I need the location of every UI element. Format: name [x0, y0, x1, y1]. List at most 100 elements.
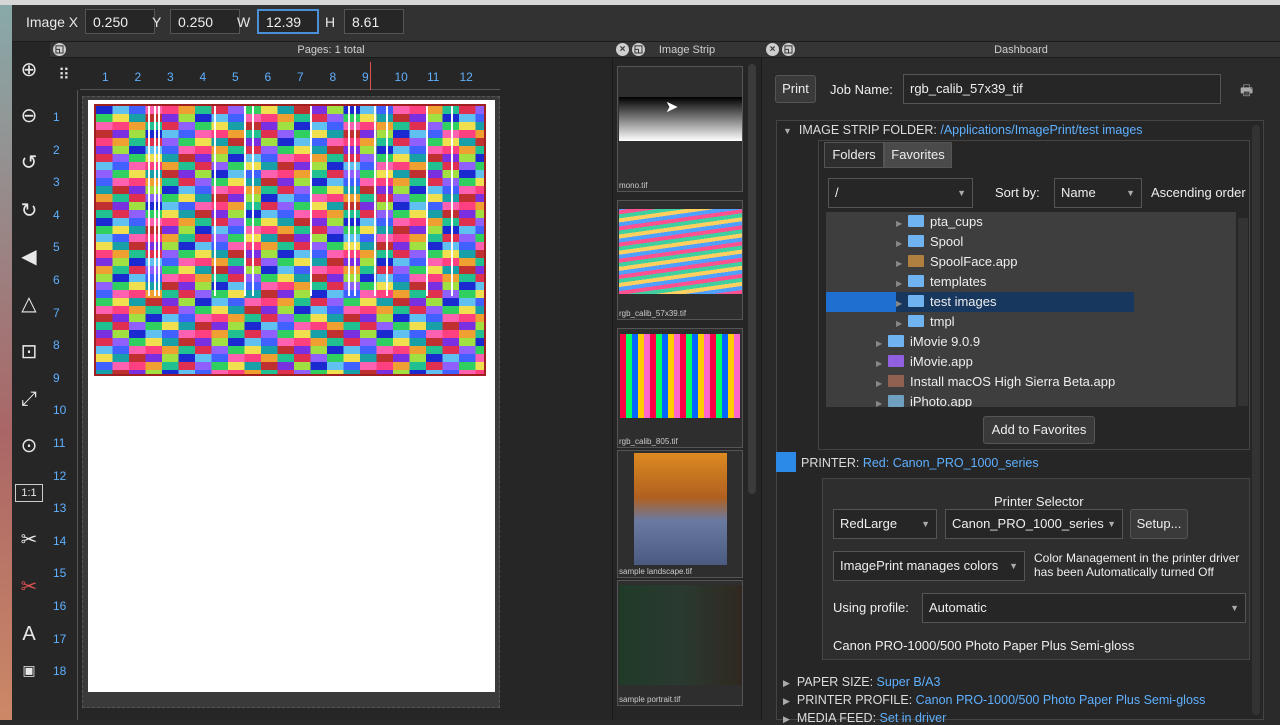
color-patch	[393, 146, 410, 154]
sort-by-select[interactable]: Name ▼	[1054, 178, 1142, 208]
sort-order-label[interactable]: Ascending order	[1151, 185, 1248, 200]
thumb-sample-portrait[interactable]: sample portrait.tif	[617, 580, 743, 706]
printer-profile-section[interactable]: ▶ PRINTER PROFILE: Canon PRO-1000/500 Ph…	[783, 693, 1205, 707]
color-patch	[112, 122, 129, 130]
zoom-out-icon[interactable]: ⊖	[15, 102, 43, 130]
job-name-field[interactable]: rgb_calib_57x39_tif	[903, 74, 1221, 104]
color-patch	[459, 282, 476, 290]
color-patch	[327, 146, 344, 154]
setup-button[interactable]: Setup...	[1130, 509, 1188, 539]
ruler-tick-label: 10	[394, 70, 408, 84]
profile-select[interactable]: Automatic ▼	[922, 593, 1246, 623]
color-patch	[426, 362, 443, 370]
crop-red-icon[interactable]: ✂	[15, 573, 43, 601]
rotate-left-icon[interactable]: ↺	[15, 149, 43, 177]
color-patch	[426, 162, 443, 170]
actual-size-icon[interactable]: 1:1	[15, 484, 43, 502]
strip-close-icon[interactable]: ×	[616, 43, 629, 56]
center-icon[interactable]: ⊙	[15, 432, 43, 460]
image-strip-scrollbar[interactable]	[748, 64, 756, 494]
image-h-field[interactable]	[344, 9, 404, 34]
color-patch	[178, 130, 195, 138]
zoom-in-icon[interactable]: ⊕	[15, 56, 43, 84]
color-patch	[442, 234, 459, 242]
image-y-field[interactable]	[170, 9, 240, 34]
pages-panel-restore-icon[interactable]: ◱	[53, 43, 66, 56]
grid-toggle-icon[interactable]: ⠿	[52, 64, 76, 88]
color-swap-icon[interactable]: ▣	[15, 656, 43, 684]
color-patch	[178, 266, 195, 274]
image-x-field[interactable]	[85, 9, 155, 34]
color-patch	[442, 282, 459, 290]
color-patch	[277, 162, 294, 170]
color-patch	[129, 130, 146, 138]
text-tool-icon[interactable]: A	[15, 620, 43, 648]
color-patch	[426, 210, 443, 218]
printer-status-icon[interactable]: 🖶	[1240, 80, 1253, 104]
color-patch	[96, 218, 113, 226]
tree-item-selected[interactable]: ▶ test images	[896, 292, 1134, 312]
tree-scrollbar[interactable]	[1238, 218, 1248, 406]
color-patch	[327, 130, 344, 138]
fit-to-page-icon[interactable]: ⊡	[15, 338, 43, 366]
tree-item[interactable]: ▶ iMovie 9.0.9	[876, 332, 980, 352]
image-w-field[interactable]	[257, 9, 319, 34]
tree-item[interactable]: ▶ iPhoto.app	[876, 392, 972, 407]
color-patch	[459, 218, 476, 226]
printer-size-select[interactable]: RedLarge ▼	[833, 509, 937, 539]
color-patch	[459, 370, 476, 374]
color-patch	[442, 290, 459, 298]
color-patch	[475, 186, 484, 194]
tab-favorites[interactable]: Favorites	[884, 142, 952, 168]
color-patch	[475, 258, 484, 266]
color-patch	[96, 106, 113, 114]
tree-item[interactable]: ▶ SpoolFace.app	[896, 252, 1017, 272]
add-to-favorites-button[interactable]: Add to Favorites	[983, 416, 1095, 444]
flip-horizontal-icon[interactable]: ◀	[15, 243, 43, 271]
dashboard-restore-icon[interactable]: ◱	[782, 43, 795, 56]
color-patch	[442, 154, 459, 162]
print-button[interactable]: Print	[775, 75, 816, 103]
rotate-right-icon[interactable]: ↻	[15, 197, 43, 225]
tree-item[interactable]: ▶ iMovie.app	[876, 352, 973, 372]
color-patch	[261, 234, 278, 242]
color-patch	[310, 306, 327, 314]
placed-image-rgb-calib[interactable]	[94, 104, 486, 376]
dashboard-close-icon[interactable]: ×	[766, 43, 779, 56]
thumb-rgb805-image	[620, 334, 740, 418]
dashboard-scrollbar[interactable]	[1252, 125, 1260, 715]
color-patch	[211, 170, 228, 178]
color-patch	[442, 266, 459, 274]
paper-size-section[interactable]: ▶ PAPER SIZE: Super B/A3	[783, 675, 940, 689]
fill-page-icon[interactable]: ⤢	[15, 385, 43, 413]
printer-section[interactable]: PRINTER: Red: Canon_PRO_1000_series	[801, 456, 1039, 470]
color-management-select[interactable]: ImagePrint manages colors ▼	[833, 551, 1025, 581]
tree-item[interactable]: ▶ tmpl	[896, 312, 955, 332]
color-patch	[442, 370, 459, 374]
color-patch	[393, 242, 410, 250]
thumb-rgb-calib-805[interactable]: rgb_calib_805.tif	[617, 328, 743, 448]
thumb-rgb-calib-57x39[interactable]: rgb_calib_57x39.tif	[617, 200, 743, 320]
color-patch	[459, 122, 476, 130]
thumb-mono[interactable]: mono.tif	[617, 66, 743, 192]
tab-folders[interactable]: Folders	[824, 142, 884, 168]
tree-item[interactable]: ▶ Spool	[896, 232, 963, 252]
color-patch	[426, 354, 443, 362]
flip-vertical-icon[interactable]: △	[15, 290, 43, 318]
color-patch	[475, 194, 484, 202]
printer-model-select[interactable]: Canon_PRO_1000_series ▼	[945, 509, 1123, 539]
color-patch	[228, 362, 245, 370]
tree-item[interactable]: ▶ templates	[896, 272, 986, 292]
color-patch	[211, 106, 228, 114]
crop-icon[interactable]: ✂	[15, 526, 43, 554]
image-strip-folder-section[interactable]: ▼ IMAGE STRIP FOLDER: /Applications/Imag…	[783, 123, 1143, 137]
color-patch	[211, 282, 228, 290]
strip-restore-icon[interactable]: ◱	[632, 43, 645, 56]
color-patch	[376, 250, 393, 258]
media-feed-section[interactable]: ▶ MEDIA FEED: Set in driver	[783, 711, 946, 725]
folder-path-select[interactable]: / ▼	[828, 178, 973, 208]
dashboard-title: Dashboard	[994, 44, 1048, 56]
thumb-sample-landscape[interactable]: sample landscape.tif	[617, 450, 743, 578]
tree-item[interactable]: ▶ pta_cups	[896, 212, 983, 232]
tree-item[interactable]: ▶ Install macOS High Sierra Beta.app	[876, 372, 1115, 392]
